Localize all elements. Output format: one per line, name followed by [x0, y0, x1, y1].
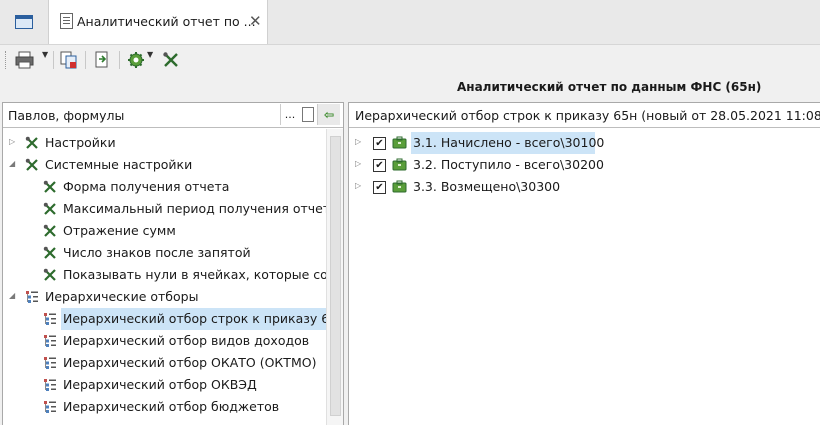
selection-panel-title: Иерархический отбор строк к приказу 65н …	[355, 108, 820, 123]
tree-item-label: Число знаков после запятой	[63, 245, 251, 260]
tree-item-label: Иерархический отбор видов доходов	[63, 333, 310, 348]
settings-tree: ▷ Настройки ◢ Системные настройки Форма полу…	[3, 129, 326, 425]
wrench-icon	[43, 180, 56, 193]
toolbar-grip[interactable]	[5, 51, 9, 69]
export-icon[interactable]	[92, 51, 112, 69]
wrench-icon	[43, 202, 56, 215]
tree-item[interactable]: Число знаков после запятой	[3, 242, 326, 264]
window-icon	[15, 15, 33, 29]
browse-button[interactable]: ...	[280, 104, 299, 125]
wrench-icon	[43, 246, 56, 259]
expand-toggle-icon[interactable]: ▷	[9, 137, 15, 146]
wrench-icon	[43, 268, 56, 281]
folder-icon	[392, 180, 407, 193]
scrollbar-thumb[interactable]	[330, 136, 341, 416]
tree-item-label: Форма получения отчета	[63, 179, 230, 194]
vertical-scrollbar[interactable]	[326, 129, 343, 425]
toolbar-separator	[53, 51, 54, 69]
tab-analytic-report[interactable]: Аналитический отчет по ... ✕	[48, 0, 268, 44]
expand-toggle-icon[interactable]: ▷	[355, 159, 361, 168]
selection-row-label: 3.2. Поступило - всего\30200	[413, 157, 604, 172]
selection-row[interactable]: ▷ ✔ 3.1. Начислено - всего\30100	[349, 132, 820, 154]
tree-item-label: Максимальный период получения отчет	[63, 201, 326, 216]
selection-row-label: 3.1. Начислено - всего\30100	[413, 135, 605, 150]
tab-title: Аналитический отчет по ...	[77, 14, 256, 29]
close-tab-icon[interactable]: ✕	[249, 12, 262, 30]
toolbar-separator	[85, 51, 86, 69]
row-checkbox[interactable]: ✔	[373, 137, 386, 150]
selection-panel: Иерархический отбор строк к приказу 65н …	[348, 102, 820, 425]
tree-item[interactable]: Форма получения отчета	[3, 176, 326, 198]
home-tab-button[interactable]	[0, 0, 46, 44]
tree-item[interactable]: ◢ Системные настройки	[3, 154, 326, 176]
expand-toggle-icon[interactable]: ◢	[9, 159, 15, 168]
selection-panel-header: Иерархический отбор строк к приказу 65н …	[349, 103, 820, 128]
tree-item[interactable]: Показывать нули в ячейках, которые со	[3, 264, 326, 286]
tree-item-label: Иерархические отборы	[45, 289, 199, 304]
print-icon[interactable]	[15, 51, 35, 69]
new-document-icon[interactable]	[302, 107, 314, 122]
tree-item-label: Отражение сумм	[63, 223, 176, 238]
tree-item-label: Иерархический отбор бюджетов	[63, 399, 280, 414]
selection-row-label: 3.3. Возмещено\30300	[413, 179, 561, 194]
selection-row[interactable]: ▷ ✔ 3.2. Поступило - всего\30200	[349, 154, 820, 176]
tree-item[interactable]: Иерархический отбор видов доходов	[3, 330, 326, 352]
wrench-icon	[43, 224, 56, 237]
tree-item[interactable]: ◢ Иерархические отборы	[3, 286, 326, 308]
settings-panel: Павлов, формулы ... ⇦ ▷ Настройки ◢ Системн…	[2, 102, 344, 425]
row-checkbox[interactable]: ✔	[373, 181, 386, 194]
tab-bar: Аналитический отчет по ... ✕	[0, 0, 820, 45]
tree-item[interactable]: ▷ Настройки	[3, 132, 326, 154]
row-checkbox[interactable]: ✔	[373, 159, 386, 172]
folder-icon	[392, 158, 407, 171]
tree-item[interactable]: Отражение сумм	[3, 220, 326, 242]
tree-item-label: Настройки	[45, 135, 116, 150]
hierarchy-icon	[44, 401, 56, 413]
folder-icon	[392, 136, 407, 149]
hierarchy-icon	[44, 357, 56, 369]
toolbar-separator	[119, 51, 120, 69]
tree-item[interactable]: Иерархический отбор строк к приказу 6	[3, 308, 326, 330]
expand-toggle-icon[interactable]: ▷	[355, 181, 361, 190]
print-dropdown-icon[interactable]: ▼	[42, 50, 48, 59]
expand-toggle-icon[interactable]: ▷	[355, 137, 361, 146]
tree-item-label: Иерархический отбор ОКАТО (ОКТМО)	[63, 355, 317, 370]
tree-item[interactable]: Иерархический отбор бюджетов	[3, 396, 326, 418]
back-arrow-icon[interactable]: ⇦	[317, 104, 340, 125]
hierarchy-icon	[26, 291, 38, 303]
hierarchy-icon	[44, 379, 56, 391]
profile-name: Павлов, формулы	[8, 108, 125, 123]
tree-item[interactable]: Иерархический отбор ОКАТО (ОКТМО)	[3, 352, 326, 374]
report-title: Аналитический отчет по данным ФНС (65н)	[457, 80, 762, 94]
wrench-icon	[25, 136, 38, 149]
expand-toggle-icon[interactable]: ◢	[9, 291, 15, 300]
hierarchy-icon	[44, 335, 56, 347]
document-icon	[60, 13, 73, 29]
profile-selector[interactable]: Павлов, формулы ... ⇦	[3, 103, 343, 128]
hierarchy-icon	[44, 313, 56, 325]
tree-item-label: Показывать нули в ячейках, которые со	[63, 267, 326, 282]
toolbar: ▼ ▼	[0, 45, 820, 75]
tree-item[interactable]: Максимальный период получения отчет	[3, 198, 326, 220]
wrench-icon	[25, 158, 38, 171]
copy-icon[interactable]	[59, 51, 79, 69]
tree-item-label: Системные настройки	[45, 157, 193, 172]
tree-item[interactable]: Иерархический отбор ОКВЭД	[3, 374, 326, 396]
tree-item-label: Иерархический отбор строк к приказу 6	[63, 311, 326, 326]
settings-dropdown-icon[interactable]: ▼	[147, 50, 153, 59]
selection-row[interactable]: ▷ ✔ 3.3. Возмещено\30300	[349, 176, 820, 198]
settings-gear-icon[interactable]	[127, 51, 147, 69]
tools-icon[interactable]	[162, 51, 182, 69]
tree-item-label: Иерархический отбор ОКВЭД	[63, 377, 257, 392]
